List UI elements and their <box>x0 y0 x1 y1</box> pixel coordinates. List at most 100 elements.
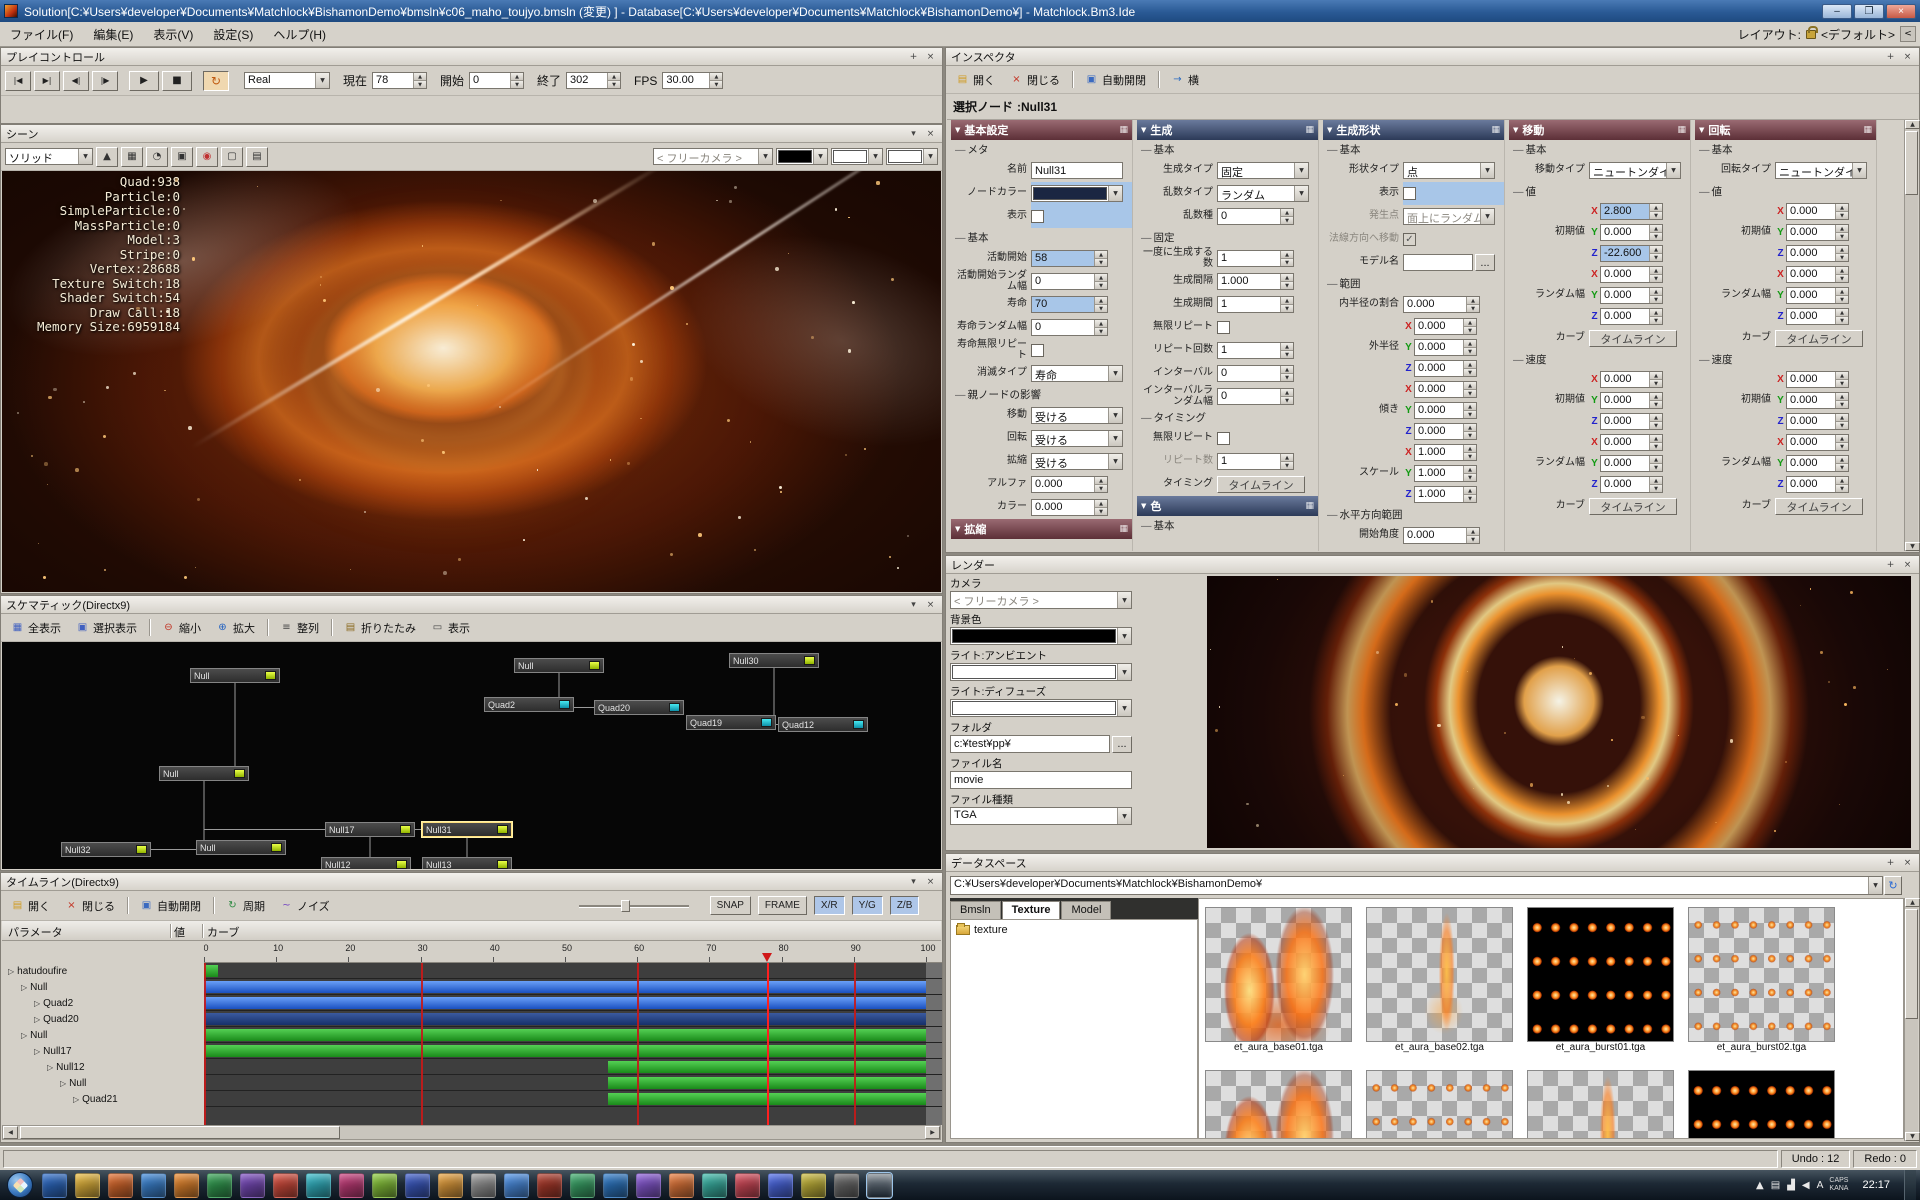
taskbar-app-3[interactable] <box>108 1173 133 1198</box>
chevron-down-icon[interactable]: ▼ <box>1108 454 1122 469</box>
scroll-down-icon[interactable]: ▼ <box>1905 542 1920 551</box>
spin-up-icon[interactable]: ▲ <box>1650 288 1662 295</box>
inspector-scrollbar[interactable]: ▲ ▼ <box>1904 120 1918 551</box>
close-panel-icon[interactable]: × <box>924 127 937 140</box>
timeline-tracks[interactable] <box>204 963 942 1125</box>
spin-down-icon[interactable]: ▼ <box>1836 463 1848 471</box>
spin-up-icon[interactable]: ▲ <box>1836 288 1848 295</box>
taskbar-app-21[interactable] <box>702 1173 727 1198</box>
spin-up-icon[interactable]: ▲ <box>1467 297 1479 304</box>
taskbar-app-22[interactable] <box>735 1173 760 1198</box>
close-button[interactable]: ×閉じる <box>59 895 121 916</box>
chevron-down-icon[interactable]: ▼ <box>1666 163 1680 178</box>
timeline-curve-button[interactable]: タイムライン <box>1217 476 1305 493</box>
spinner[interactable]: 0.000▲▼ <box>1786 203 1849 220</box>
chevron-down-icon[interactable]: ▼ <box>1108 186 1122 201</box>
spinner-value[interactable]: 1 <box>1218 297 1280 312</box>
spin-up-icon[interactable]: ▲ <box>1464 487 1476 494</box>
step-back-button[interactable]: ◀| <box>63 71 89 91</box>
menu-item-2[interactable]: 表示(V) <box>143 25 203 45</box>
ime-lang-icon[interactable]: A <box>1817 1180 1824 1191</box>
spin-up-icon[interactable]: ▲ <box>1650 246 1662 253</box>
spin-up-icon[interactable]: ▲ <box>1650 372 1662 379</box>
spinner-value[interactable]: 0.000 <box>1601 435 1649 450</box>
texture-thumbnail-0[interactable]: et_aura_base01.tga <box>1205 907 1352 1056</box>
chevron-down-icon[interactable]: ▼ <box>923 149 937 164</box>
section-options-icon[interactable]: ▦ <box>1305 501 1314 511</box>
spinner-value[interactable]: 1.000 <box>1415 445 1463 460</box>
timeline-bar[interactable] <box>204 1029 926 1041</box>
spin-up-icon[interactable]: ▲ <box>1650 393 1662 400</box>
show-hidden-icons-arrow[interactable]: ▲ <box>1756 1180 1764 1191</box>
spinner-value[interactable]: 0.000 <box>1787 309 1835 324</box>
timeline-track-Quad21[interactable] <box>204 1091 942 1107</box>
spinner-value[interactable]: 1 <box>1218 343 1280 358</box>
cycle-button[interactable]: ↻周期 <box>220 895 271 916</box>
texture-thumbnail-6[interactable] <box>1527 1070 1674 1139</box>
spin-up-icon[interactable]: ▲ <box>1650 204 1662 211</box>
spinner[interactable]: 0▲▼ <box>1031 273 1108 290</box>
section-header[interactable]: ▼回転▦ <box>1695 120 1876 140</box>
spinner-value[interactable]: 0 <box>1218 209 1280 224</box>
timeline-tree-item-Quad21[interactable]: ▷Quad21 <box>2 1091 204 1107</box>
taskbar-app-25[interactable] <box>834 1173 859 1198</box>
chevron-down-icon[interactable]: ▼ <box>868 149 882 164</box>
spin-down-icon[interactable]: ▼ <box>1650 232 1662 240</box>
spin-down-icon[interactable]: ▼ <box>1836 253 1848 261</box>
chevron-down-icon[interactable]: ▼ <box>1480 209 1494 224</box>
spinner[interactable]: 0.000▲▼ <box>1403 527 1480 544</box>
spinner[interactable]: 1.000▲▼ <box>1414 444 1477 461</box>
scroll-left-icon[interactable]: ◀ <box>3 1126 18 1139</box>
spin-up-icon[interactable]: ▲ <box>1836 204 1848 211</box>
texture-thumbnail-5[interactable] <box>1366 1070 1513 1139</box>
folder-item-texture[interactable]: texture <box>954 923 1194 937</box>
chevron-down-icon[interactable]: ▼ <box>78 149 92 164</box>
chevron-down-icon[interactable]: ▼ <box>1108 431 1122 446</box>
chevron-down-icon[interactable]: ▼ <box>1852 163 1866 178</box>
close-panel-icon[interactable]: × <box>1901 558 1914 571</box>
open-button[interactable]: ▤開く <box>5 895 56 916</box>
spinner[interactable]: 0▲▼ <box>1031 319 1108 336</box>
spin-up-icon[interactable]: ▲ <box>1836 477 1848 484</box>
spinner-value[interactable]: -22.600 <box>1601 246 1649 261</box>
spinner-value[interactable]: 0.000 <box>1787 267 1835 282</box>
spin-down-icon[interactable]: ▼ <box>1650 211 1662 219</box>
spin-up-icon[interactable]: ▲ <box>1281 343 1293 350</box>
spinner[interactable]: 0.000▲▼ <box>1786 413 1849 430</box>
schematic-node-Null17[interactable]: Null17 <box>325 822 415 837</box>
scrollbar-thumb[interactable] <box>20 1126 340 1139</box>
spinner-value[interactable]: 1.000 <box>1218 274 1280 289</box>
chevron-down-icon[interactable]: ▼ <box>315 73 329 88</box>
spin-down-icon[interactable]: ▼ <box>1650 442 1662 450</box>
timeline-bar[interactable] <box>204 1013 926 1025</box>
section-options-icon[interactable]: ▦ <box>1491 125 1500 135</box>
background-color-select[interactable]: ▼ <box>950 627 1132 645</box>
spinner[interactable]: 1▲▼ <box>1217 342 1294 359</box>
dropdown[interactable]: 受ける▼ <box>1031 453 1123 470</box>
refresh-icon[interactable]: ↻ <box>1884 876 1902 895</box>
dropdown[interactable]: 面上にランダム▼ <box>1403 208 1495 225</box>
spinner[interactable]: 0.000▲▼ <box>1600 287 1663 304</box>
dropdown[interactable]: 寿命▼ <box>1031 365 1123 382</box>
spin-up-icon[interactable]: ▲ <box>1281 454 1293 461</box>
action-center-icon[interactable]: ▤ <box>1771 1180 1780 1191</box>
chevron-down-icon[interactable]: ▼ <box>1480 163 1494 178</box>
scroll-up-icon[interactable]: ▲ <box>1905 898 1920 907</box>
spinner-value[interactable]: 0.000 <box>1601 477 1649 492</box>
zoom-out-button[interactable]: ⊖縮小 <box>156 617 207 638</box>
spin-down-icon[interactable]: ▼ <box>1464 347 1476 355</box>
spin-down-icon[interactable]: ▼ <box>710 80 722 88</box>
model-name-input[interactable] <box>1403 254 1473 271</box>
timeline-zoom-slider[interactable] <box>579 899 689 913</box>
path-dropdown[interactable]: C:¥Users¥developer¥Documents¥Matchlock¥B… <box>950 876 1883 895</box>
section-header[interactable]: ▼色▦ <box>1137 496 1318 516</box>
show-desktop-button[interactable] <box>1904 1170 1916 1200</box>
spin-up-icon[interactable]: ▲ <box>511 73 523 80</box>
spin-up-icon[interactable]: ▲ <box>710 73 722 80</box>
scene-header[interactable]: シーン ▾ × <box>1 125 942 143</box>
spinner[interactable]: 0▲▼ <box>1217 365 1294 382</box>
spinner[interactable]: 0.000▲▼ <box>1414 402 1477 419</box>
scrollbar-thumb[interactable] <box>1905 131 1918 195</box>
taskbar-app-11[interactable] <box>372 1173 397 1198</box>
chevron-down-icon[interactable]: ▼ <box>1117 700 1131 716</box>
